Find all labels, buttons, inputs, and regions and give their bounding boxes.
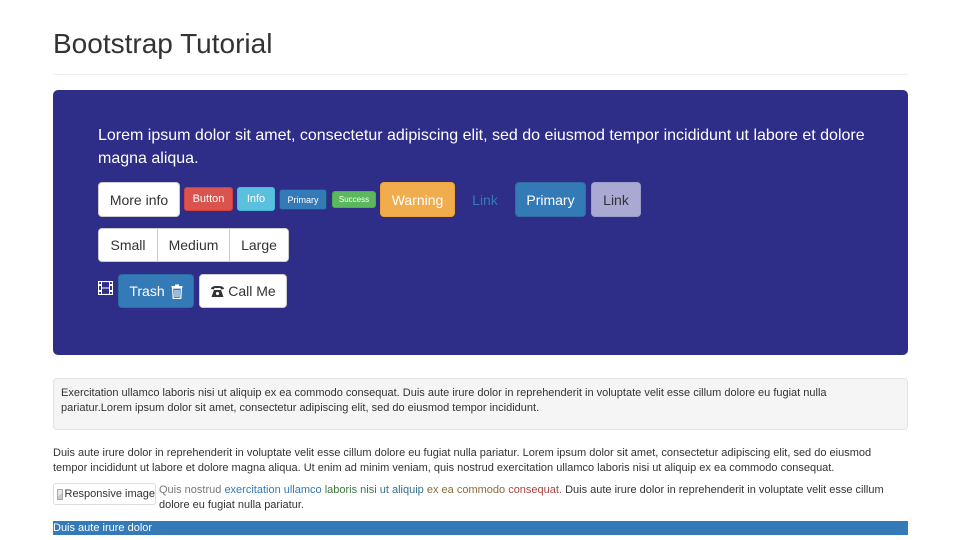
jumbotron-lead: Lorem ipsum dolor sit amet, consectetur … (98, 127, 865, 167)
film-icon (98, 281, 113, 295)
body-paragraph: Duis aute irure dolor in reprehenderit i… (53, 447, 872, 474)
bg-primary-bar: Duis aute irure dolor (53, 521, 908, 535)
phone-icon (210, 285, 225, 298)
text-info: ut aliquip (379, 484, 424, 496)
text-success: laboris nisi (324, 484, 377, 496)
info-button[interactable]: Info (237, 187, 275, 211)
warning-button[interactable]: Warning (380, 182, 455, 217)
call-me-button[interactable]: Call Me (199, 274, 287, 308)
medium-button[interactable]: Medium (157, 228, 230, 262)
link-lilac-button[interactable]: Link (591, 182, 641, 217)
trash-button[interactable]: Trash (118, 274, 194, 308)
page-title: Bootstrap Tutorial (53, 28, 273, 59)
image-alt-text: Responsive image (64, 487, 156, 500)
responsive-image: Responsive image (53, 483, 156, 505)
button-danger[interactable]: Button (184, 187, 233, 211)
well: Exercitation ullamco laboris nisi ut ali… (53, 378, 908, 430)
large-button[interactable]: Large (229, 228, 289, 262)
broken-image-icon (57, 488, 63, 500)
image-text-row: Responsive image Quis nostrud exercitati… (53, 483, 908, 513)
trash-button-label: Trash (129, 283, 165, 299)
trash-icon (171, 284, 183, 299)
call-me-label: Call Me (228, 283, 276, 299)
text-muted: Quis nostrud (159, 484, 222, 496)
size-button-group: Small Medium Large (98, 228, 289, 262)
jumbotron: Lorem ipsum dolor sit amet, consectetur … (53, 90, 908, 355)
page-header: Bootstrap Tutorial (53, 24, 908, 75)
primary-small-button[interactable]: Primary (279, 189, 327, 210)
link-button[interactable]: Link (460, 182, 510, 217)
text-warning: ex ea commodo (426, 484, 506, 496)
text-primary: exercitation ullamco (224, 484, 322, 496)
success-button[interactable]: Success (332, 191, 376, 208)
more-info-button[interactable]: More info (98, 182, 180, 217)
small-button[interactable]: Small (98, 228, 158, 262)
primary-button[interactable]: Primary (515, 182, 586, 217)
text-danger: consequat. (508, 484, 563, 496)
